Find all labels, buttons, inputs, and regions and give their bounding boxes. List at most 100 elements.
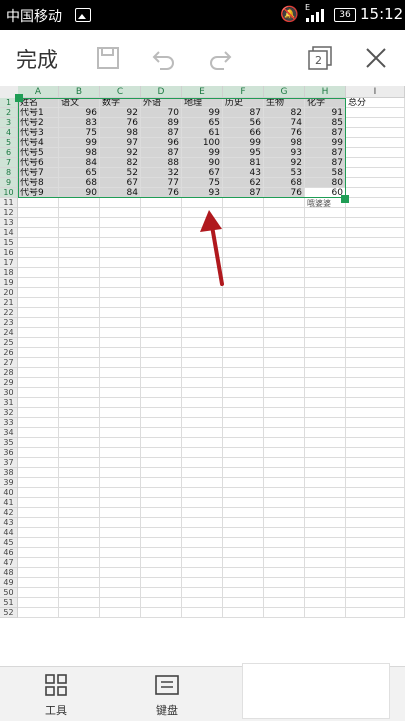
table-cell[interactable]: 75 <box>182 178 223 188</box>
table-cell[interactable] <box>100 438 141 448</box>
column-header-f[interactable]: F <box>223 86 264 98</box>
table-cell[interactable] <box>346 108 405 118</box>
table-cell[interactable] <box>264 398 305 408</box>
column-header-c[interactable]: C <box>100 86 141 98</box>
table-cell[interactable]: 67 <box>100 178 141 188</box>
table-cell[interactable] <box>100 488 141 498</box>
table-cell[interactable] <box>182 298 223 308</box>
table-cell[interactable]: 70 <box>141 108 182 118</box>
table-cell[interactable] <box>264 458 305 468</box>
row-header[interactable]: 16 <box>0 248 18 258</box>
table-cell[interactable] <box>100 408 141 418</box>
table-cell[interactable] <box>100 528 141 538</box>
table-cell[interactable] <box>223 298 264 308</box>
table-cell[interactable] <box>264 258 305 268</box>
table-cell[interactable] <box>223 278 264 288</box>
row-header[interactable]: 43 <box>0 518 18 528</box>
table-cell[interactable] <box>223 478 264 488</box>
table-cell[interactable]: 代号4 <box>18 138 59 148</box>
table-cell[interactable] <box>100 478 141 488</box>
table-cell[interactable] <box>100 548 141 558</box>
table-cell[interactable] <box>264 548 305 558</box>
table-cell[interactable] <box>264 298 305 308</box>
table-cell[interactable] <box>141 328 182 338</box>
table-cell[interactable]: 97 <box>100 138 141 148</box>
table-cell[interactable]: 99 <box>223 138 264 148</box>
table-cell[interactable] <box>141 448 182 458</box>
row-header[interactable]: 39 <box>0 478 18 488</box>
row-header[interactable]: 40 <box>0 488 18 498</box>
table-cell[interactable] <box>182 418 223 428</box>
table-cell[interactable] <box>346 358 405 368</box>
table-cell[interactable] <box>305 228 346 238</box>
table-cell[interactable] <box>182 528 223 538</box>
row-header[interactable]: 8 <box>0 168 18 178</box>
table-cell[interactable]: 87 <box>141 148 182 158</box>
table-cell[interactable] <box>223 578 264 588</box>
table-cell[interactable] <box>18 488 59 498</box>
table-cell[interactable] <box>223 268 264 278</box>
table-cell[interactable] <box>182 378 223 388</box>
table-cell[interactable] <box>18 258 59 268</box>
table-cell[interactable] <box>182 248 223 258</box>
table-cell[interactable] <box>223 338 264 348</box>
table-cell[interactable] <box>100 218 141 228</box>
table-cell[interactable] <box>346 248 405 258</box>
table-cell[interactable]: 98 <box>264 138 305 148</box>
table-cell[interactable]: 60 <box>305 188 346 198</box>
table-cell[interactable] <box>346 318 405 328</box>
row-header[interactable]: 29 <box>0 378 18 388</box>
table-cell[interactable] <box>223 548 264 558</box>
row-header[interactable]: 33 <box>0 418 18 428</box>
table-cell[interactable] <box>346 548 405 558</box>
table-cell[interactable] <box>182 448 223 458</box>
table-cell[interactable] <box>264 368 305 378</box>
table-cell[interactable] <box>59 528 100 538</box>
table-cell[interactable]: 76 <box>141 188 182 198</box>
table-cell[interactable] <box>346 558 405 568</box>
table-cell[interactable] <box>18 448 59 458</box>
table-cell[interactable] <box>305 528 346 538</box>
table-cell[interactable]: 代号3 <box>18 128 59 138</box>
close-icon[interactable] <box>362 44 390 72</box>
table-cell[interactable] <box>305 588 346 598</box>
table-cell[interactable]: 84 <box>100 188 141 198</box>
row-header[interactable]: 50 <box>0 588 18 598</box>
table-cell[interactable] <box>18 368 59 378</box>
row-header[interactable]: 36 <box>0 448 18 458</box>
table-cell[interactable] <box>59 328 100 338</box>
table-cell[interactable]: 81 <box>223 158 264 168</box>
table-cell[interactable] <box>141 298 182 308</box>
table-cell[interactable] <box>305 348 346 358</box>
table-cell[interactable] <box>346 228 405 238</box>
table-cell[interactable] <box>346 158 405 168</box>
table-cell[interactable] <box>182 468 223 478</box>
table-cell[interactable] <box>18 518 59 528</box>
table-cell[interactable] <box>223 248 264 258</box>
table-cell[interactable] <box>264 228 305 238</box>
table-cell[interactable] <box>305 338 346 348</box>
table-cell[interactable]: 83 <box>59 118 100 128</box>
table-cell[interactable] <box>182 398 223 408</box>
table-cell[interactable] <box>346 338 405 348</box>
table-cell[interactable]: 89 <box>141 118 182 128</box>
table-cell[interactable] <box>59 318 100 328</box>
table-cell[interactable] <box>346 328 405 338</box>
table-cell[interactable]: 99 <box>305 138 346 148</box>
row-header[interactable]: 22 <box>0 308 18 318</box>
table-cell[interactable] <box>346 178 405 188</box>
table-cell[interactable] <box>59 238 100 248</box>
table-cell[interactable] <box>305 308 346 318</box>
table-cell[interactable] <box>305 498 346 508</box>
table-cell[interactable] <box>264 218 305 228</box>
table-cell[interactable] <box>223 498 264 508</box>
table-cell[interactable] <box>182 428 223 438</box>
table-cell[interactable] <box>18 598 59 608</box>
table-cell[interactable] <box>141 368 182 378</box>
table-cell[interactable] <box>346 428 405 438</box>
table-cell[interactable] <box>223 358 264 368</box>
table-cell[interactable]: 87 <box>305 148 346 158</box>
table-cell[interactable]: 53 <box>264 168 305 178</box>
table-cell[interactable] <box>305 478 346 488</box>
table-cell[interactable] <box>141 428 182 438</box>
